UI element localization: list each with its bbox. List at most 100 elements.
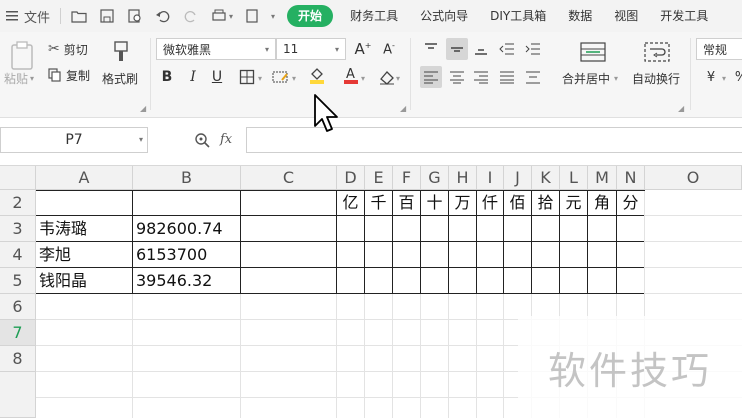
- select-all-corner[interactable]: [0, 166, 36, 190]
- column-header-m[interactable]: M: [588, 166, 617, 190]
- cell-f3[interactable]: [393, 216, 421, 242]
- cell-j2[interactable]: 佰: [504, 190, 532, 216]
- tab-data[interactable]: 数据: [557, 0, 603, 32]
- row-header-6[interactable]: 6: [0, 294, 36, 320]
- fx-icon[interactable]: fx: [220, 132, 232, 147]
- merge-caret-icon[interactable]: ▾: [614, 74, 618, 83]
- cell-d2[interactable]: 亿: [337, 190, 365, 216]
- tab-finance-tools[interactable]: 财务工具: [339, 0, 409, 32]
- decrease-indent-button[interactable]: [496, 38, 518, 60]
- cell-c5[interactable]: [241, 268, 337, 294]
- tab-home[interactable]: 开始: [287, 5, 334, 27]
- name-box-caret-icon[interactable]: ▾: [139, 128, 143, 152]
- cell-g2[interactable]: 十: [421, 190, 449, 216]
- currency-caret-icon[interactable]: ▾: [722, 74, 726, 83]
- row-header-4[interactable]: 4: [0, 242, 36, 268]
- font-size-dropdown[interactable]: 11 ▾: [276, 38, 346, 60]
- clear-caret-icon[interactable]: ▾: [396, 74, 400, 83]
- cell-a2[interactable]: [36, 190, 133, 216]
- column-header-e[interactable]: E: [365, 166, 393, 190]
- cell-d4[interactable]: [337, 242, 365, 268]
- print-preview-button[interactable]: [121, 0, 149, 32]
- print-button[interactable]: ▾: [205, 0, 239, 32]
- font-color-caret-icon[interactable]: ▾: [361, 74, 365, 83]
- italic-button[interactable]: I: [182, 66, 204, 88]
- column-header-c[interactable]: C: [241, 166, 337, 190]
- column-header-d[interactable]: D: [337, 166, 365, 190]
- tab-diy-toolbox[interactable]: DIY工具箱: [479, 0, 557, 32]
- copy-button[interactable]: 复制: [48, 66, 90, 84]
- align-middle-button[interactable]: [446, 38, 468, 60]
- row-header-8[interactable]: 8: [0, 346, 36, 372]
- cell-c4[interactable]: [241, 242, 337, 268]
- tab-view[interactable]: 视图: [603, 0, 649, 32]
- cell-i4[interactable]: [477, 242, 504, 268]
- column-header-g[interactable]: G: [421, 166, 449, 190]
- cell-m4[interactable]: [588, 242, 617, 268]
- row-header-9[interactable]: [0, 372, 36, 418]
- align-left-button[interactable]: [420, 66, 442, 88]
- cell-h3[interactable]: [449, 216, 477, 242]
- justify-button[interactable]: [496, 66, 518, 88]
- cell-j5[interactable]: [504, 268, 532, 294]
- wrap-text-button[interactable]: [640, 38, 674, 66]
- column-header-o[interactable]: O: [645, 166, 742, 190]
- font-color-button[interactable]: A: [340, 64, 362, 86]
- column-header-f[interactable]: F: [393, 166, 421, 190]
- distribute-button[interactable]: [522, 66, 544, 88]
- cell-e5[interactable]: [365, 268, 393, 294]
- print-caret-icon[interactable]: ▾: [229, 12, 233, 21]
- cell-a5[interactable]: 钱阳晶: [36, 268, 133, 294]
- decrease-font-button[interactable]: A-: [378, 38, 400, 60]
- zoom-find-button[interactable]: [194, 132, 210, 148]
- borders-button[interactable]: [236, 66, 258, 88]
- cell-i3[interactable]: [477, 216, 504, 242]
- tab-developer[interactable]: 开发工具: [649, 0, 719, 32]
- cell-k4[interactable]: [532, 242, 560, 268]
- cell-style-button[interactable]: [270, 66, 292, 88]
- cell-n5[interactable]: [617, 268, 645, 294]
- cell-i5[interactable]: [477, 268, 504, 294]
- cell-h4[interactable]: [449, 242, 477, 268]
- cell-n4[interactable]: [617, 242, 645, 268]
- tab-formula-wizard[interactable]: 公式向导: [409, 0, 479, 32]
- open-button[interactable]: [65, 0, 93, 32]
- column-header-l[interactable]: L: [560, 166, 588, 190]
- cell-e3[interactable]: [365, 216, 393, 242]
- format-painter-button[interactable]: [102, 38, 140, 66]
- underline-button[interactable]: U: [206, 66, 228, 88]
- cell-e4[interactable]: [365, 242, 393, 268]
- row-header-2[interactable]: 2: [0, 190, 36, 216]
- merge-center-button[interactable]: [576, 38, 610, 66]
- paste-caret-icon[interactable]: ▾: [30, 74, 34, 83]
- cell-k3[interactable]: [532, 216, 560, 242]
- cell-g3[interactable]: [421, 216, 449, 242]
- cell-f2[interactable]: 百: [393, 190, 421, 216]
- redo-button[interactable]: [177, 0, 205, 32]
- column-header-h[interactable]: H: [449, 166, 477, 190]
- column-header-j[interactable]: J: [504, 166, 532, 190]
- increase-font-button[interactable]: A+: [352, 38, 374, 60]
- cell-e2[interactable]: 千: [365, 190, 393, 216]
- wrap-text-label[interactable]: 自动换行: [632, 70, 680, 87]
- cell-c3[interactable]: [241, 216, 337, 242]
- name-box[interactable]: P7 ▾: [0, 127, 148, 153]
- cell-f4[interactable]: [393, 242, 421, 268]
- cell-m2[interactable]: 角: [588, 190, 617, 216]
- cell-k5[interactable]: [532, 268, 560, 294]
- cell-l2[interactable]: 元: [560, 190, 588, 216]
- cell-l3[interactable]: [560, 216, 588, 242]
- number-format-dropdown[interactable]: 常规: [696, 38, 742, 60]
- cell-b3[interactable]: 982600.74: [133, 216, 241, 242]
- column-header-n[interactable]: N: [617, 166, 645, 190]
- font-dialog-launcher-icon[interactable]: ◢: [400, 104, 406, 113]
- cell-n2[interactable]: 分: [617, 190, 645, 216]
- cell-k2[interactable]: 拾: [532, 190, 560, 216]
- cell-a3[interactable]: 韦涛璐: [36, 216, 133, 242]
- cell-m5[interactable]: [588, 268, 617, 294]
- merge-center-label[interactable]: 合并居中: [562, 70, 610, 87]
- file-menu-label[interactable]: 文件: [24, 7, 50, 26]
- cell-d5[interactable]: [337, 268, 365, 294]
- undo-button[interactable]: [149, 0, 177, 32]
- increase-indent-button[interactable]: [522, 38, 544, 60]
